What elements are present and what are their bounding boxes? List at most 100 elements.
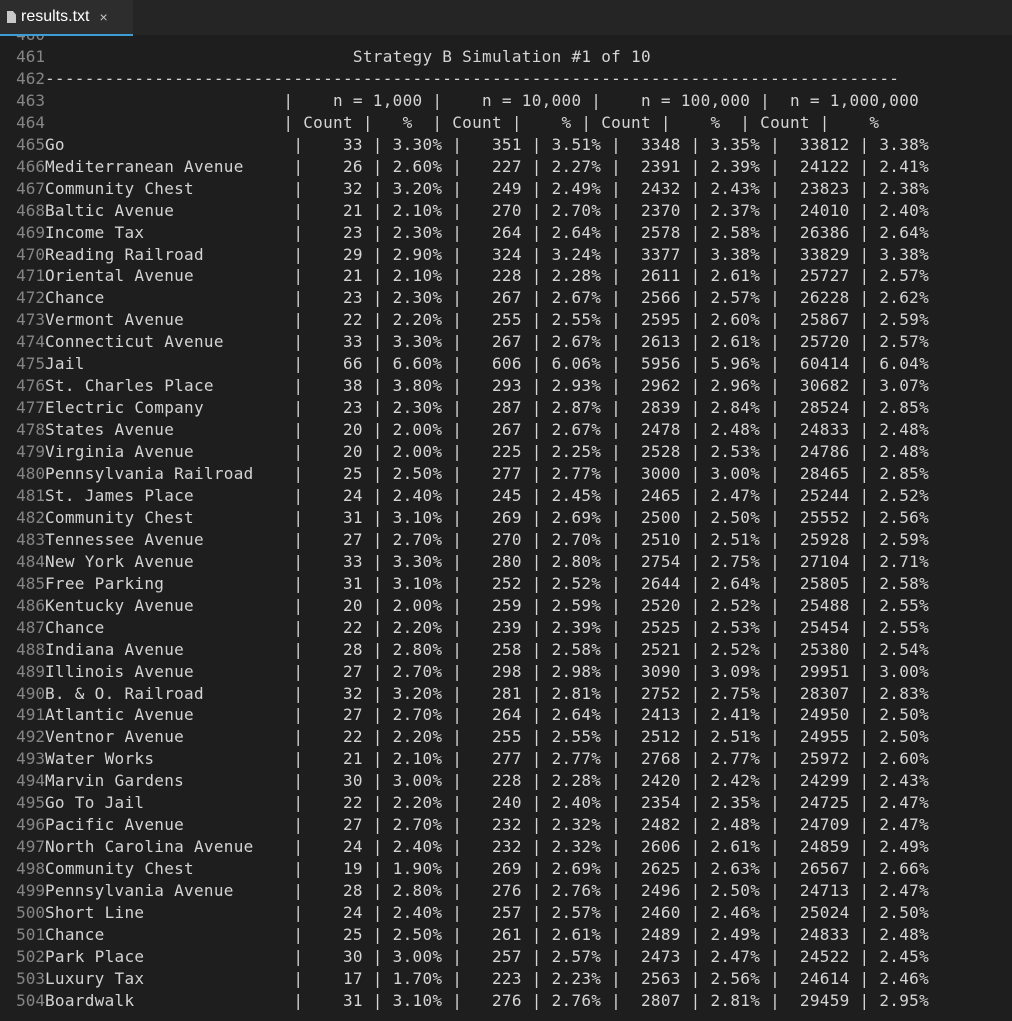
line-number: 468 (16, 200, 45, 220)
editor-line[interactable]: 487Chance | 22 | 2.20% | 239 | 2.39% | 2… (0, 617, 929, 639)
line-text: States Avenue | 20 | 2.00% | 267 | 2.67%… (45, 420, 930, 440)
close-icon[interactable]: × (99, 9, 107, 25)
line-text: Short Line | 24 | 2.40% | 257 | 2.57% | … (45, 903, 930, 922)
editor-line[interactable]: 489Illinois Avenue | 27 | 2.70% | 298 | … (0, 661, 929, 683)
line-text: Community Chest | 31 | 3.10% | 269 | 2.6… (45, 507, 930, 527)
line-text: Go | 33 | 3.30% | 351 | 3.51% | 3348 | 3… (45, 134, 930, 154)
line-number: 493 (16, 749, 45, 769)
editor-line[interactable]: 493Water Works | 21 | 2.10% | 277 | 2.77… (0, 748, 929, 770)
editor-line[interactable]: 477Electric Company | 23 | 2.30% | 287 |… (0, 397, 929, 419)
editor-line[interactable]: 478States Avenue | 20 | 2.00% | 267 | 2.… (0, 419, 929, 441)
editor-line[interactable]: 473Vermont Avenue | 22 | 2.20% | 255 | 2… (0, 309, 929, 331)
editor-line[interactable]: 501Chance | 25 | 2.50% | 261 | 2.61% | 2… (0, 924, 929, 946)
editor-line[interactable]: 488Indiana Avenue | 28 | 2.80% | 258 | 2… (0, 639, 929, 661)
line-number: 472 (16, 288, 45, 308)
line-text: | Count | % | Count | % | Count | % | Co… (45, 112, 880, 132)
line-number: 469 (16, 222, 45, 242)
line-number: 464 (16, 112, 45, 132)
line-text: Marvin Gardens | 30 | 3.00% | 228 | 2.28… (45, 771, 930, 791)
line-text: Indiana Avenue | 28 | 2.80% | 258 | 2.58… (45, 639, 930, 659)
editor-line[interactable]: 464 | Count | % | Count | % | Count | % … (0, 112, 879, 134)
text-editor[interactable]: 460461 Strategy B Simulation #1 of 10462… (0, 36, 1012, 1021)
line-text: Boardwalk | 31 | 3.10% | 276 | 2.76% | 2… (45, 990, 930, 1010)
line-text: Pennsylvania Avenue | 28 | 2.80% | 276 |… (45, 881, 930, 901)
line-text: Park Place | 30 | 3.00% | 257 | 2.57% | … (45, 946, 930, 966)
line-number: 496 (16, 815, 45, 835)
editor-line[interactable]: 496Pacific Avenue | 27 | 2.70% | 232 | 2… (0, 814, 929, 836)
line-number: 479 (16, 442, 45, 462)
editor-line[interactable]: 490B. & O. Railroad | 32 | 3.20% | 281 |… (0, 683, 929, 705)
line-number: 477 (16, 398, 45, 418)
editor-line[interactable]: 479Virginia Avenue | 20 | 2.00% | 225 | … (0, 441, 929, 463)
editor-line[interactable]: 484New York Avenue | 33 | 3.30% | 280 | … (0, 551, 929, 573)
line-text: Atlantic Avenue | 27 | 2.70% | 264 | 2.6… (45, 705, 930, 725)
editor-line[interactable]: 502Park Place | 30 | 3.00% | 257 | 2.57%… (0, 946, 929, 968)
editor-line[interactable]: 480Pennsylvania Railroad | 25 | 2.50% | … (0, 463, 929, 485)
editor-line[interactable]: 467Community Chest | 32 | 3.20% | 249 | … (0, 178, 929, 200)
line-number: 489 (16, 661, 45, 681)
tab-results-txt[interactable]: results.txt × (0, 0, 133, 36)
editor-line[interactable]: 461 Strategy B Simulation #1 of 10 (0, 46, 651, 68)
line-number: 461 (16, 46, 45, 66)
line-number: 483 (16, 529, 45, 549)
line-number: 481 (16, 485, 45, 505)
editor-line[interactable]: 498Community Chest | 19 | 1.90% | 269 | … (0, 858, 929, 880)
tab-filename: results.txt (21, 8, 90, 25)
editor-line[interactable]: 463 | n = 1,000 | n = 10,000 | n = 100,0… (0, 90, 919, 112)
line-text: Mediterranean Avenue | 26 | 2.60% | 227 … (45, 156, 930, 176)
editor-line[interactable]: 483Tennessee Avenue | 27 | 2.70% | 270 |… (0, 529, 929, 551)
line-number: 462 (16, 68, 45, 88)
line-text: Chance | 22 | 2.20% | 239 | 2.39% | 2525… (45, 617, 930, 637)
line-number: 463 (16, 90, 45, 110)
line-text: Connecticut Avenue | 33 | 3.30% | 267 | … (45, 332, 930, 352)
line-number: 492 (16, 727, 45, 747)
line-number: 466 (16, 156, 45, 176)
editor-line[interactable]: 485Free Parking | 31 | 3.10% | 252 | 2.5… (0, 573, 929, 595)
tab-bar: results.txt × (0, 0, 1012, 36)
editor-line[interactable]: 466Mediterranean Avenue | 26 | 2.60% | 2… (0, 156, 929, 178)
editor-line[interactable]: 497North Carolina Avenue | 24 | 2.40% | … (0, 836, 929, 858)
line-text: Water Works | 21 | 2.10% | 277 | 2.77% |… (45, 749, 930, 769)
editor-line[interactable]: 500Short Line | 24 | 2.40% | 257 | 2.57%… (0, 902, 929, 924)
editor-line[interactable]: 476St. Charles Place | 38 | 3.80% | 293 … (0, 375, 929, 397)
line-text: Virginia Avenue | 20 | 2.00% | 225 | 2.2… (45, 442, 930, 462)
line-text: Chance | 25 | 2.50% | 261 | 2.61% | 2489… (45, 924, 930, 944)
editor-line[interactable]: 482Community Chest | 31 | 3.10% | 269 | … (0, 507, 929, 529)
editor-line[interactable]: 494Marvin Gardens | 30 | 3.00% | 228 | 2… (0, 770, 929, 792)
line-number: 500 (16, 903, 45, 922)
line-number: 503 (16, 968, 45, 988)
editor-line[interactable]: 462-------------------------------------… (0, 68, 899, 90)
editor-line[interactable]: 460 (0, 36, 45, 46)
editor-line[interactable]: 468Baltic Avenue | 21 | 2.10% | 270 | 2.… (0, 200, 929, 222)
line-text: Illinois Avenue | 27 | 2.70% | 298 | 2.9… (45, 661, 930, 681)
editor-line[interactable]: 470Reading Railroad | 29 | 2.90% | 324 |… (0, 244, 929, 266)
editor-line[interactable]: 492Ventnor Avenue | 22 | 2.20% | 255 | 2… (0, 726, 929, 748)
editor-line[interactable]: 475Jail | 66 | 6.60% | 606 | 6.06% | 595… (0, 353, 929, 375)
line-number: 495 (16, 793, 45, 813)
editor-line[interactable]: 495Go To Jail | 22 | 2.20% | 240 | 2.40%… (0, 792, 929, 814)
editor-line[interactable]: 469Income Tax | 23 | 2.30% | 264 | 2.64%… (0, 222, 929, 244)
line-text: Tennessee Avenue | 27 | 2.70% | 270 | 2.… (45, 529, 930, 549)
line-text: Pennsylvania Railroad | 25 | 2.50% | 277… (45, 464, 930, 483)
editor-line[interactable]: 486Kentucky Avenue | 20 | 2.00% | 259 | … (0, 595, 929, 617)
editor-line[interactable]: 503Luxury Tax | 17 | 1.70% | 223 | 2.23%… (0, 968, 929, 990)
editor-line[interactable]: 504Boardwalk | 31 | 3.10% | 276 | 2.76% … (0, 990, 929, 1012)
editor-line[interactable]: 465Go | 33 | 3.30% | 351 | 3.51% | 3348 … (0, 134, 929, 156)
editor-line[interactable]: 499Pennsylvania Avenue | 28 | 2.80% | 27… (0, 880, 929, 902)
line-number: 485 (16, 573, 45, 593)
line-number: 490 (16, 683, 45, 703)
line-number: 486 (16, 595, 45, 615)
line-text: Community Chest | 19 | 1.90% | 269 | 2.6… (45, 859, 930, 879)
line-text: Reading Railroad | 29 | 2.90% | 324 | 3.… (45, 244, 930, 264)
line-text: New York Avenue | 33 | 3.30% | 280 | 2.8… (45, 551, 930, 571)
line-number: 470 (16, 244, 45, 264)
line-text: St. Charles Place | 38 | 3.80% | 293 | 2… (45, 376, 930, 396)
editor-line[interactable]: 481St. James Place | 24 | 2.40% | 245 | … (0, 485, 929, 507)
editor-line[interactable]: 471Oriental Avenue | 21 | 2.10% | 228 | … (0, 265, 929, 287)
line-number: 467 (16, 178, 45, 198)
editor-line[interactable]: 472Chance | 23 | 2.30% | 267 | 2.67% | 2… (0, 287, 929, 309)
editor-line[interactable]: 474Connecticut Avenue | 33 | 3.30% | 267… (0, 331, 929, 353)
line-number: 494 (16, 771, 45, 791)
line-text: B. & O. Railroad | 32 | 3.20% | 281 | 2.… (45, 683, 930, 703)
editor-line[interactable]: 491Atlantic Avenue | 27 | 2.70% | 264 | … (0, 704, 929, 726)
